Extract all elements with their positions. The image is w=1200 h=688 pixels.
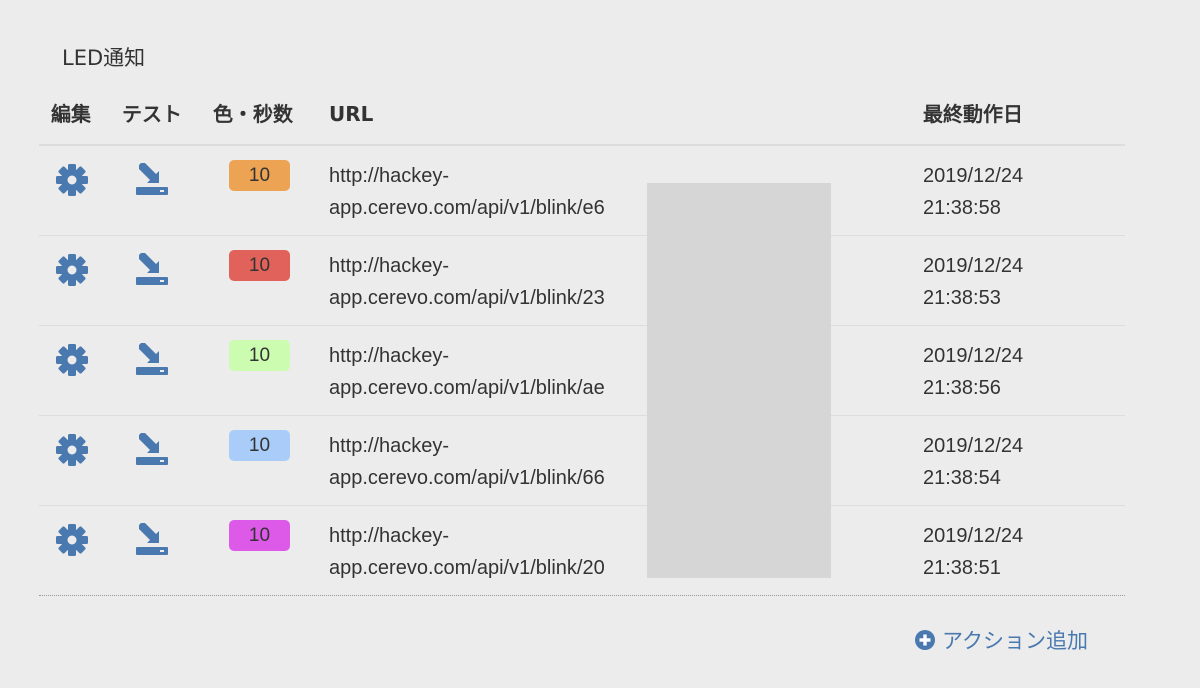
url-line-1: http://hackey- (329, 435, 450, 457)
url-line-1: http://hackey- (329, 165, 450, 187)
last-run-time: 21:38:53 (923, 287, 1001, 309)
table-header: 編集 テスト 色・秒数 URL 最終動作日 (39, 92, 1125, 146)
add-action-button[interactable]: アクション追加 (914, 624, 1088, 656)
header-last-run: 最終動作日 (923, 102, 1023, 126)
last-run-time: 21:38:58 (923, 197, 1001, 219)
color-seconds-badge: 10 (229, 160, 290, 191)
last-run-date: 2019/12/24 (923, 165, 1024, 187)
url-cell: http://hackey- app.cerevo.com/api/v1/bli… (329, 430, 649, 494)
color-seconds-badge: 10 (229, 250, 290, 281)
last-run-time: 21:38:51 (923, 557, 1001, 579)
color-seconds-badge: 10 (229, 520, 290, 551)
last-run-date: 2019/12/24 (923, 525, 1024, 547)
table-row: 10 http://hackey- app.cerevo.com/api/v1/… (39, 506, 1125, 596)
last-run-date: 2019/12/24 (923, 435, 1024, 457)
last-run-date: 2019/12/24 (923, 345, 1024, 367)
url-line-1: http://hackey- (329, 525, 450, 547)
url-line-2: app.cerevo.com/api/v1/blink/23 (329, 287, 605, 309)
url-cell: http://hackey- app.cerevo.com/api/v1/bli… (329, 340, 649, 404)
last-run-time: 21:38:54 (923, 467, 1001, 489)
last-run-cell: 2019/12/24 21:38:58 (923, 160, 1023, 224)
header-url: URL (329, 102, 374, 126)
last-run-date: 2019/12/24 (923, 255, 1024, 277)
table-row: 10 http://hackey- app.cerevo.com/api/v1/… (39, 146, 1125, 236)
plus-circle-icon (915, 630, 935, 650)
last-run-cell: 2019/12/24 21:38:56 (923, 340, 1023, 404)
color-seconds-badge: 10 (229, 430, 290, 461)
section-title: LED通知 (62, 46, 146, 70)
send-test-icon[interactable] (135, 251, 169, 287)
add-action-label: アクション追加 (942, 629, 1088, 653)
send-test-icon[interactable] (135, 341, 169, 377)
table-row: 10 http://hackey- app.cerevo.com/api/v1/… (39, 416, 1125, 506)
url-line-2: app.cerevo.com/api/v1/blink/66 (329, 467, 605, 489)
url-line-1: http://hackey- (329, 255, 450, 277)
header-color-seconds: 色・秒数 (213, 102, 293, 126)
table-row: 10 http://hackey- app.cerevo.com/api/v1/… (39, 326, 1125, 416)
url-cell: http://hackey- app.cerevo.com/api/v1/bli… (329, 160, 649, 224)
header-test: テスト (122, 102, 182, 126)
send-test-icon[interactable] (135, 431, 169, 467)
table-body: 10 http://hackey- app.cerevo.com/api/v1/… (39, 146, 1125, 596)
last-run-cell: 2019/12/24 21:38:53 (923, 250, 1023, 314)
last-run-cell: 2019/12/24 21:38:51 (923, 520, 1023, 584)
url-line-2: app.cerevo.com/api/v1/blink/e6 (329, 197, 605, 219)
table-row: 10 http://hackey- app.cerevo.com/api/v1/… (39, 236, 1125, 326)
redaction-box (647, 183, 831, 578)
color-seconds-badge: 10 (229, 340, 290, 371)
gear-icon[interactable] (54, 432, 90, 468)
url-line-2: app.cerevo.com/api/v1/blink/20 (329, 557, 605, 579)
led-notification-table: 編集 テスト 色・秒数 URL 最終動作日 10 http://hackey- … (39, 92, 1125, 596)
url-line-1: http://hackey- (329, 345, 450, 367)
gear-icon[interactable] (54, 162, 90, 198)
gear-icon[interactable] (54, 522, 90, 558)
url-cell: http://hackey- app.cerevo.com/api/v1/bli… (329, 520, 649, 584)
send-test-icon[interactable] (135, 521, 169, 557)
url-line-2: app.cerevo.com/api/v1/blink/ae (329, 377, 605, 399)
url-cell: http://hackey- app.cerevo.com/api/v1/bli… (329, 250, 649, 314)
gear-icon[interactable] (54, 252, 90, 288)
send-test-icon[interactable] (135, 161, 169, 197)
last-run-time: 21:38:56 (923, 377, 1001, 399)
header-edit: 編集 (51, 102, 91, 126)
gear-icon[interactable] (54, 342, 90, 378)
last-run-cell: 2019/12/24 21:38:54 (923, 430, 1023, 494)
